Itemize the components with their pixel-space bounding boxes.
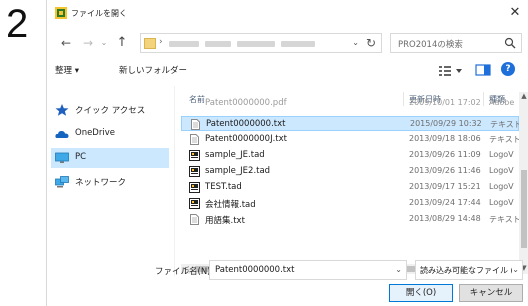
organize-button[interactable]: 整理 ▾ — [55, 64, 79, 76]
filetype-dropdown-icon[interactable]: ⌄ — [512, 265, 519, 274]
open-file-dialog: ファイルを開く ✕ ← → ⌄ ↑ › ⌄ ↻ PRO2014の検索 整理 ▾ … — [46, 0, 528, 306]
command-toolbar: 整理 ▾ 新しいフォルダー ? — [47, 58, 528, 82]
file-row[interactable]: sample_JE.tad 2013/09/26 11:09 LogoV — [181, 148, 519, 163]
filetype-value: 読み込み可能なファイル (*.tad;*.w — [420, 266, 512, 275]
nav-item-pc[interactable]: PC — [51, 148, 169, 168]
nav-item-quick-access[interactable]: クイック アクセス — [51, 100, 169, 120]
title-bar: ファイルを開く ✕ — [47, 0, 528, 26]
redacted-path-segment — [281, 41, 315, 47]
redacted-path-segment — [237, 41, 275, 47]
cancel-button[interactable]: キャンセル — [459, 284, 523, 302]
file-row[interactable]: 会社情報.tad 2013/09/24 17:44 LogoV — [181, 196, 519, 211]
file-modified-date: 2013/09/24 17:44 — [409, 198, 481, 207]
breadcrumb-chevron: › — [159, 37, 163, 47]
file-type: Adobe — [489, 98, 515, 107]
refresh-icon[interactable]: ↻ — [366, 36, 376, 50]
file-row[interactable]: Patent0000000J.txt 2013/09/18 18:06 テキスト — [181, 132, 519, 147]
scroll-up-arrow-icon[interactable]: ▲ — [519, 92, 528, 102]
navigation-bar: ← → ⌄ ↑ › ⌄ ↻ PRO2014の検索 — [47, 28, 528, 56]
file-name: 用語集.txt — [205, 216, 245, 226]
redacted-path-segment — [169, 41, 199, 47]
open-button[interactable]: 開く(O) — [389, 284, 453, 302]
file-row[interactable]: TEST.tad 2013/09/17 15:21 LogoV — [181, 180, 519, 195]
search-icon[interactable] — [504, 37, 516, 49]
navigation-pane: クイック アクセス OneDrive PC ネットワーク — [47, 86, 175, 276]
star-icon — [55, 104, 69, 116]
file-list[interactable]: 名前 ^ 更新日時 種類 Patent0000000.pdf2009/10/01… — [181, 92, 519, 274]
monitor-icon — [55, 152, 69, 163]
file-type: テキスト — [489, 135, 519, 144]
file-modified-date: 2013/08/29 14:48 — [409, 214, 481, 223]
nav-item-label: OneDrive — [75, 128, 115, 138]
app-icon — [55, 7, 67, 19]
address-dropdown-icon[interactable]: ⌄ — [352, 38, 359, 47]
view-options-icon[interactable] — [437, 63, 465, 77]
tad-file-icon — [189, 166, 200, 177]
text-file-icon — [190, 134, 199, 145]
file-row[interactable]: 用語集.txt 2013/08/29 14:48 テキスト — [181, 212, 519, 227]
redacted-path-segment — [205, 41, 231, 47]
file-row[interactable]: Patent0000000.txt 2015/09/29 10:32 テキスト — [181, 116, 519, 131]
file-name: Patent0000000J.txt — [205, 134, 287, 144]
filetype-select[interactable]: 読み込み可能なファイル (*.tad;*.w ⌄ — [415, 260, 523, 280]
file-type: LogoV — [489, 150, 514, 159]
tad-file-icon — [189, 182, 200, 193]
cloud-icon — [55, 130, 69, 138]
file-type: LogoV — [489, 182, 514, 191]
nav-item-network[interactable]: ネットワーク — [51, 172, 169, 192]
sort-indicator-icon: ^ — [229, 92, 237, 96]
file-type: LogoV — [489, 166, 514, 175]
address-bar[interactable]: › ⌄ ↻ — [140, 33, 382, 53]
nav-item-label: PC — [75, 152, 87, 162]
file-name: sample_JE2.tad — [205, 166, 271, 176]
vertical-scroll-thumb[interactable] — [521, 170, 527, 248]
file-row[interactable]: sample_JE2.tad 2013/09/26 11:46 LogoV — [181, 164, 519, 179]
step-number: 2 — [6, 2, 29, 46]
file-name: sample_JE.tad — [205, 150, 265, 160]
new-folder-button[interactable]: 新しいフォルダー — [119, 64, 187, 76]
file-type: テキスト — [490, 120, 519, 129]
nav-item-label: ネットワーク — [75, 178, 127, 188]
file-modified-date: 2015/09/29 10:32 — [410, 119, 482, 128]
network-icon — [55, 176, 69, 188]
search-box[interactable]: PRO2014の検索 — [390, 33, 522, 53]
file-modified-date: 2009/10/01 17:02 — [409, 98, 481, 107]
text-file-icon — [191, 119, 200, 130]
back-button[interactable]: ← — [57, 34, 75, 52]
file-name: 会社情報.tad — [205, 200, 256, 210]
file-row[interactable]: Patent0000000.pdf 2009/10/01 17:02 Adobe — [181, 98, 519, 110]
file-modified-date: 2013/09/18 18:06 — [409, 134, 481, 143]
file-modified-date: 2013/09/26 11:09 — [409, 150, 481, 159]
recent-locations-dropdown[interactable]: ⌄ — [95, 34, 113, 52]
filename-label: ファイル名(N): — [155, 267, 214, 277]
window-title: ファイルを開く — [71, 9, 127, 18]
file-modified-date: 2013/09/17 15:21 — [409, 182, 481, 191]
filename-dropdown-icon[interactable]: ⌄ — [395, 265, 402, 274]
filename-value: Patent0000000.txt — [215, 265, 295, 275]
help-icon[interactable]: ? — [501, 62, 515, 76]
search-placeholder: PRO2014の検索 — [398, 40, 463, 50]
vertical-scrollbar[interactable]: ▲ ▼ — [519, 92, 528, 274]
file-name: Patent0000000.txt — [206, 119, 286, 129]
file-type: テキスト — [489, 215, 519, 224]
preview-pane-icon[interactable] — [475, 63, 491, 77]
filename-input[interactable]: Patent0000000.txt ⌄ — [209, 260, 407, 280]
text-file-icon — [190, 214, 199, 225]
tad-file-icon — [189, 150, 200, 161]
folder-icon — [144, 38, 156, 49]
nav-item-onedrive[interactable]: OneDrive — [51, 124, 169, 144]
up-one-level-button[interactable]: ↑ — [113, 34, 131, 52]
file-modified-date: 2013/09/26 11:46 — [409, 166, 481, 175]
file-name: Patent0000000.pdf — [205, 98, 287, 108]
close-button[interactable]: ✕ — [501, 0, 528, 26]
file-name: TEST.tad — [205, 182, 242, 192]
tad-file-icon — [189, 198, 200, 209]
nav-item-label: クイック アクセス — [75, 106, 146, 116]
file-type: LogoV — [489, 198, 514, 207]
